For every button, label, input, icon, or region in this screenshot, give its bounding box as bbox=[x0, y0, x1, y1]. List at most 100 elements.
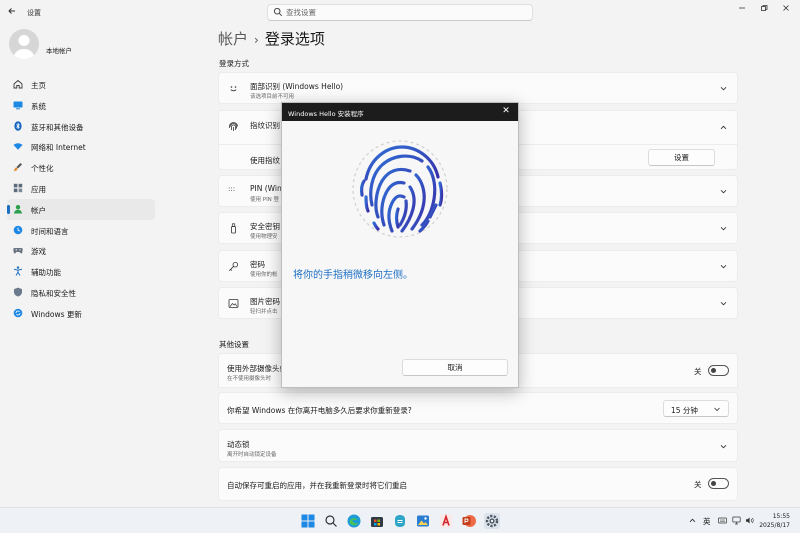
taskbar-photos[interactable] bbox=[415, 513, 431, 529]
acrobat-icon bbox=[440, 513, 452, 528]
windows-hello-dialog: Windows Hello 安装程序 ✕ 将你的手指稍微移向左侧。 取消 bbox=[281, 102, 519, 388]
wifi-icon bbox=[13, 143, 23, 151]
taskbar-acrobat[interactable] bbox=[438, 513, 454, 529]
sidebar-item-gaming[interactable]: 游戏 bbox=[7, 240, 155, 261]
dialog-close-button[interactable]: ✕ bbox=[501, 106, 511, 117]
cancel-button[interactable]: 取消 bbox=[402, 359, 508, 376]
section-other-label: 其他设置 bbox=[219, 340, 249, 349]
taskbar: 英 15:55 2025/8/17 bbox=[0, 507, 800, 533]
windows-logo-icon bbox=[301, 514, 315, 528]
brush-icon bbox=[13, 163, 22, 172]
search-icon bbox=[273, 7, 283, 17]
chevron-down-icon bbox=[714, 407, 720, 412]
maximize-button[interactable] bbox=[757, 4, 771, 14]
smiley-face-icon bbox=[230, 86, 237, 92]
section-signin-label: 登录方式 bbox=[219, 59, 249, 68]
monitor-icon bbox=[13, 101, 23, 110]
sidebar-item-accessibility[interactable]: 辅助功能 bbox=[7, 261, 155, 282]
search-input[interactable] bbox=[286, 7, 526, 18]
external-camera-toggle[interactable] bbox=[708, 365, 729, 376]
fingerprint-scan-icon bbox=[352, 140, 448, 238]
powerpoint-icon bbox=[462, 515, 476, 527]
person-icon bbox=[14, 204, 22, 214]
key-icon bbox=[229, 262, 238, 271]
taskbar-copilot[interactable] bbox=[392, 513, 408, 529]
clock-date: 2025/8/17 bbox=[759, 522, 790, 529]
taskbar-edge[interactable] bbox=[346, 513, 362, 529]
chevron-down-icon bbox=[720, 226, 727, 231]
taskbar-powerpoint[interactable] bbox=[461, 513, 477, 529]
clock-time: 15:55 bbox=[772, 513, 790, 520]
arrow-left-icon bbox=[8, 8, 15, 14]
taskbar-store[interactable] bbox=[369, 513, 385, 529]
sidebar-item-accounts[interactable]: 帐户 bbox=[7, 198, 155, 220]
restart-apps-card: 自动保存可重启的应用，并在我重新登录时将它们重启 bbox=[218, 467, 738, 501]
gamepad-icon bbox=[13, 248, 23, 254]
resign-timeout-dropdown[interactable]: 15 分钟 bbox=[663, 400, 729, 417]
settings-icon bbox=[485, 514, 499, 528]
sidebar-item-apps[interactable]: 应用 bbox=[7, 178, 155, 199]
sidebar-nav: 主页 系统 蓝牙和其他设备 网络和 Internet 个性化 应用 帐户 时间和… bbox=[7, 74, 155, 324]
title-bar: 设置 bbox=[0, 0, 800, 24]
restart-apps-toggle[interactable] bbox=[708, 478, 729, 489]
taskbar-search-button[interactable] bbox=[323, 513, 339, 529]
back-button[interactable] bbox=[6, 6, 18, 18]
apps-icon bbox=[13, 183, 23, 193]
avatar[interactable] bbox=[9, 29, 39, 59]
sidebar-item-personalization[interactable]: 个性化 bbox=[7, 157, 155, 178]
fingerprint-icon bbox=[229, 122, 238, 131]
input-mode-icon[interactable] bbox=[718, 516, 727, 525]
user-name: 本地帐户 bbox=[46, 47, 72, 55]
edge-icon bbox=[347, 514, 361, 528]
chevron-down-icon bbox=[720, 444, 727, 449]
breadcrumb-parent[interactable]: 帐户 bbox=[218, 30, 248, 48]
globe-clock-icon bbox=[13, 225, 23, 234]
sidebar-item-system[interactable]: 系统 bbox=[7, 95, 155, 116]
person-avatar-icon bbox=[13, 35, 35, 59]
sidebar-item-windows-update[interactable]: Windows 更新 bbox=[7, 303, 155, 324]
breadcrumb-separator: › bbox=[254, 33, 259, 47]
page-title: 登录选项 bbox=[264, 30, 325, 48]
resign-card: 你希望 Windows 在你离开电脑多久后要求你重新登录? bbox=[218, 392, 738, 424]
dialog-title: Windows Hello 安装程序 bbox=[288, 110, 364, 118]
sidebar-item-privacy-security[interactable]: 隐私和安全性 bbox=[7, 282, 155, 303]
chevron-down-icon bbox=[720, 86, 727, 91]
sidebar-item-time-language[interactable]: 时间和语言 bbox=[7, 220, 155, 241]
network-icon[interactable] bbox=[732, 516, 741, 525]
breadcrumb: 帐户 › 登录选项 bbox=[218, 28, 325, 49]
dialog-title-bar: Windows Hello 安装程序 ✕ bbox=[282, 103, 518, 121]
chevron-down-icon bbox=[720, 301, 727, 306]
picture-icon bbox=[228, 299, 239, 308]
chevron-down-icon bbox=[720, 189, 727, 194]
pin-dots-icon: ::: bbox=[228, 185, 236, 193]
volume-icon[interactable] bbox=[745, 516, 754, 525]
fingerprint-setup-button[interactable]: 设置 bbox=[648, 149, 715, 166]
restore-icon bbox=[761, 5, 768, 11]
home-icon bbox=[13, 79, 23, 89]
accessibility-icon bbox=[13, 266, 23, 276]
chevron-up-icon[interactable] bbox=[688, 516, 697, 525]
restart-apps-toggle-label: 关 bbox=[694, 480, 702, 489]
dynamic-lock-card[interactable]: 动态锁 离开时自动锁定设备 bbox=[218, 429, 738, 462]
sidebar-item-bluetooth[interactable]: 蓝牙和其他设备 bbox=[7, 116, 155, 137]
sidebar-item-home[interactable]: 主页 bbox=[7, 74, 155, 95]
start-button[interactable] bbox=[300, 513, 316, 529]
search-icon bbox=[325, 515, 337, 527]
app-title: 设置 bbox=[27, 9, 41, 17]
copilot-icon bbox=[395, 515, 405, 527]
close-window-button[interactable] bbox=[779, 4, 793, 14]
search-box[interactable] bbox=[267, 4, 533, 21]
taskbar-clock[interactable]: 15:55 2025/8/17 bbox=[759, 512, 790, 530]
bluetooth-icon bbox=[14, 120, 22, 131]
face-recognition-card[interactable]: 面部识别 (Windows Hello) 该选项目前不可用 bbox=[218, 72, 738, 104]
ime-indicator[interactable]: 英 bbox=[703, 516, 711, 527]
usb-key-icon bbox=[231, 223, 236, 234]
chevron-down-icon bbox=[720, 264, 727, 269]
chevron-up-icon bbox=[720, 125, 727, 130]
update-icon bbox=[13, 308, 23, 318]
minimize-icon bbox=[739, 7, 745, 9]
taskbar-settings[interactable] bbox=[484, 513, 500, 529]
minimize-button[interactable] bbox=[735, 4, 749, 14]
shield-icon bbox=[14, 287, 22, 297]
sidebar-item-network[interactable]: 网络和 Internet bbox=[7, 136, 155, 157]
